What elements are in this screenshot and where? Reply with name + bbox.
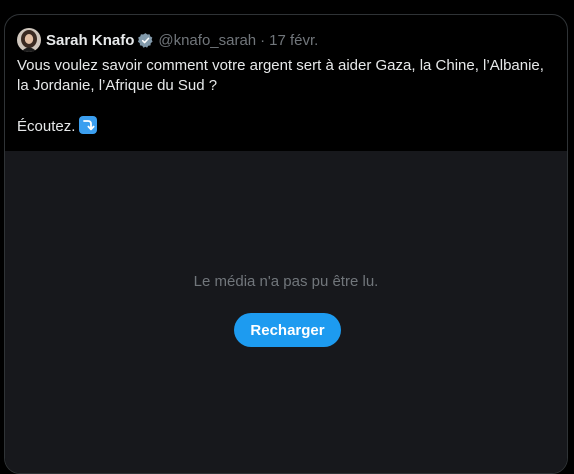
tweet-text-ecoutez: Écoutez. (17, 118, 76, 135)
media-error-message: Le média n'a pas pu être lu. (193, 273, 379, 290)
avatar[interactable] (17, 28, 41, 52)
separator-dot: · (260, 31, 266, 49)
tweet-text-line: Écoutez. (17, 116, 557, 137)
arrow-curving-down-icon (79, 116, 98, 134)
verified-badge-icon[interactable] (137, 32, 154, 49)
tweet-card[interactable]: Sarah Knafo @knafo_sarah · 17 févr. Vous… (4, 14, 568, 474)
media-player[interactable]: Le média n'a pas pu être lu. Recharger (5, 151, 567, 473)
tweet-date[interactable]: 17 févr. (269, 32, 318, 49)
tweet-text: Vous voulez savoir comment votre argent … (17, 56, 557, 137)
author-handle[interactable]: @knafo_sarah (158, 32, 256, 49)
tweet-text-line: Vous voulez savoir comment votre argent … (17, 57, 544, 94)
tweet-header: Sarah Knafo @knafo_sarah · 17 févr. (17, 27, 318, 53)
author-name[interactable]: Sarah Knafo (46, 32, 134, 49)
reload-button[interactable]: Recharger (234, 313, 341, 347)
